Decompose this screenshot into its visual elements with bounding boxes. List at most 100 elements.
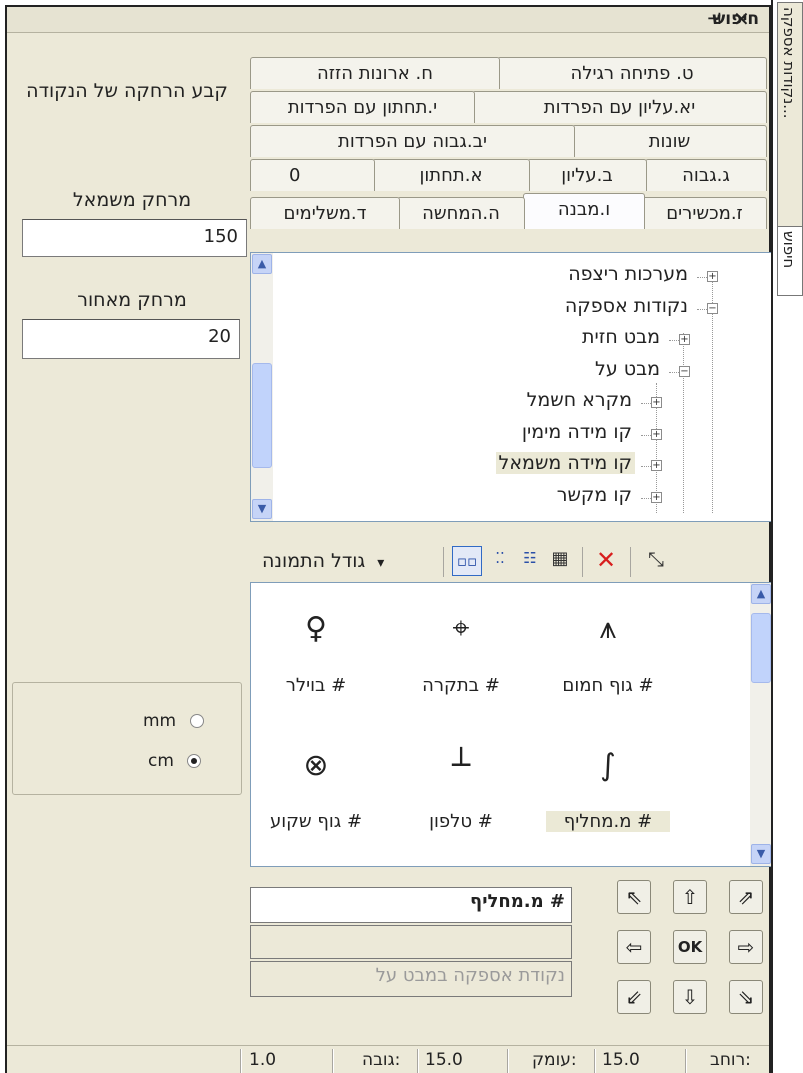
recessed-symbol-icon[interactable]: ⊗ [276,748,356,783]
tab-upper[interactable]: ב.עליון [527,159,647,191]
tab-sliding-cabinets[interactable]: ח. ארונות הזזה [250,57,500,89]
tab-regular-opening[interactable]: ט. פתיחה רגילה [497,57,767,89]
symbol-label[interactable]: טלפון # [399,811,523,832]
tree-connector [641,403,651,404]
search-panel: ⊣ ✕ חיפוש קבע הרחקה של הנקודה מרחק משמאל… [5,5,773,1073]
status-bar: 1.0 גובה: 15.0 עומק: 15.0 רוחב: [7,1045,769,1073]
scroll-down-icon[interactable]: ▼ [751,844,771,864]
expand-icon[interactable]: + [707,271,718,282]
details-view-icon[interactable]: ▦ [548,548,572,569]
nudge-down-left-icon[interactable]: ⇙ [617,980,651,1014]
scroll-thumb[interactable] [751,613,771,683]
nudge-up-left-icon[interactable]: ⇖ [617,880,651,914]
phone-symbol-icon[interactable]: ┴ [421,748,501,783]
unit-cm-label: cm [148,751,174,771]
dropdown-arrow-icon: ▾ [377,555,385,571]
tree-connector [641,434,651,436]
category-tree[interactable]: ▲ ▼ + מערכות ריצפה − נקודות אספקה + מבט חזית −… [250,252,773,522]
tree-item-label: קו מקשר [556,483,632,506]
expand-icon[interactable]: + [651,491,662,503]
panel-title: חיפוש [712,9,759,29]
nudge-up-icon[interactable]: ⇧ [673,880,707,914]
tree-item[interactable]: + מבט חזית [251,324,771,356]
tree-item[interactable]: + מערכות ריצפה [251,261,771,293]
status-separator [332,1049,334,1073]
symbol-label[interactable]: בתקרה # [399,675,523,696]
tree-item[interactable]: + מקרא חשמל [251,387,771,419]
side-tab-search[interactable]: חיפוש [777,226,803,296]
tab-misc[interactable]: שונות [572,125,767,157]
unit-cm-option[interactable]: cm [148,751,202,771]
tree-connector [641,497,651,499]
tab-tall-dividers[interactable]: יב.גבוה עם הפרדות [250,125,575,157]
nudge-down-right-icon[interactable]: ⇘ [729,980,763,1014]
ceiling-symbol-icon[interactable]: ⌖ [421,611,501,646]
large-icons-view-icon[interactable]: ▫▫ [452,546,482,576]
unit-mm-radio[interactable] [189,714,204,728]
tree-connector [697,308,707,310]
nudge-up-right-icon[interactable]: ⇗ [729,880,763,914]
tab-tall[interactable]: ג.גבוה [645,159,767,191]
expand-icon[interactable]: + [679,334,690,345]
tree-item[interactable]: − מבט על [251,356,771,388]
tree-connector [697,277,707,278]
tab-zero[interactable]: 0 [250,159,375,191]
tree-item[interactable]: + קו מידה משמאל [251,450,771,482]
tree-item[interactable]: + קו מקשר [251,482,771,514]
ok-button[interactable]: OK [673,930,707,964]
left-distance-label: מרחק משמאל [72,189,192,211]
symbol-name-field[interactable]: מ.מחליף # [250,887,572,923]
unit-mm-option[interactable]: mm [143,711,204,731]
tab-upper-dividers[interactable]: יא.עליון עם הפרדות [472,91,767,123]
back-distance-label: מרחק מאחור [77,289,187,311]
expand-icon[interactable]: + [651,460,662,471]
collapse-icon[interactable]: − [707,302,718,314]
view-toolbar: גודל התמונה ▾ ▫▫ ⁚⁚ ☷ ▦ ✕ ⤡ [250,542,773,582]
tree-connector [641,466,651,467]
symbol-label[interactable]: גוף שקוע # [254,811,378,832]
heater-symbol-icon[interactable]: ⩚ [568,611,648,646]
boiler-symbol-icon[interactable]: ♀ [276,611,356,646]
tab-appliances[interactable]: ז.מכשירים [642,197,767,229]
nudge-down-icon[interactable]: ⇩ [673,980,707,1014]
expand-icon[interactable]: + [651,397,662,408]
image-size-dropdown[interactable]: גודל התמונה ▾ [262,550,384,572]
offset-heading: קבע הרחקה של הנקודה [26,80,228,102]
height-value: 1.0 [249,1050,277,1070]
tab-lower[interactable]: א.תחתון [372,159,530,191]
symbol-list-scrollbar[interactable]: ▲ ▼ [750,583,772,866]
symbol-list[interactable]: ▲ ▼ ⩚ גוף חמום # ⌖ בתקרה # ♀ בוילר # ∫ מ.מחליף … [250,582,773,867]
delete-icon[interactable]: ✕ [594,546,618,574]
status-separator [240,1049,242,1073]
tab-lower-dividers[interactable]: י.תחתון עם הפרדות [250,91,475,123]
collapse-icon[interactable]: − [679,365,690,377]
symbol-label[interactable]: גוף חמום # [546,675,670,696]
tree-item-label: קו מידה משמאל [495,452,635,474]
toolbar-separator [630,547,631,577]
unit-cm-radio[interactable] [187,754,202,768]
scroll-up-icon[interactable]: ▲ [751,584,771,604]
toolbar-separator [582,547,583,577]
back-distance-input[interactable]: 20 [22,319,240,359]
expand-icon[interactable]: + [651,428,662,440]
tree-item[interactable]: − נקודות אספקה [251,293,771,325]
width-label: רוחב: [710,1050,751,1070]
nudge-left-icon[interactable]: ⇦ [617,930,651,964]
switch-symbol-icon[interactable]: ∫ [568,748,648,783]
expand-arrows-icon[interactable]: ⤡ [644,547,668,571]
image-size-label: גודל התמונה [262,550,366,572]
list-view-icon[interactable]: ☷ [518,549,542,567]
tree-item[interactable]: + קו מידה מימין [251,419,771,451]
tree-item-label: מקרא חשמל [526,389,632,411]
tab-illustration[interactable]: ה.המחשה [397,197,525,229]
side-tab-supply-points[interactable]: נקודות אספקה... [777,2,803,227]
tree-item-label: נקודות אספקה [564,294,688,317]
small-icons-view-icon[interactable]: ⁚⁚ [488,549,512,567]
tab-complements[interactable]: ד.משלימים [250,197,400,229]
symbol-label[interactable]: בוילר # [254,675,378,696]
symbol-label[interactable]: מ.מחליף # [546,811,670,832]
nudge-right-icon[interactable]: ⇨ [729,930,763,964]
left-distance-input[interactable]: 150 [22,219,247,257]
tab-structure[interactable]: ו.מבנה [523,193,645,229]
tree-connector [669,340,679,341]
